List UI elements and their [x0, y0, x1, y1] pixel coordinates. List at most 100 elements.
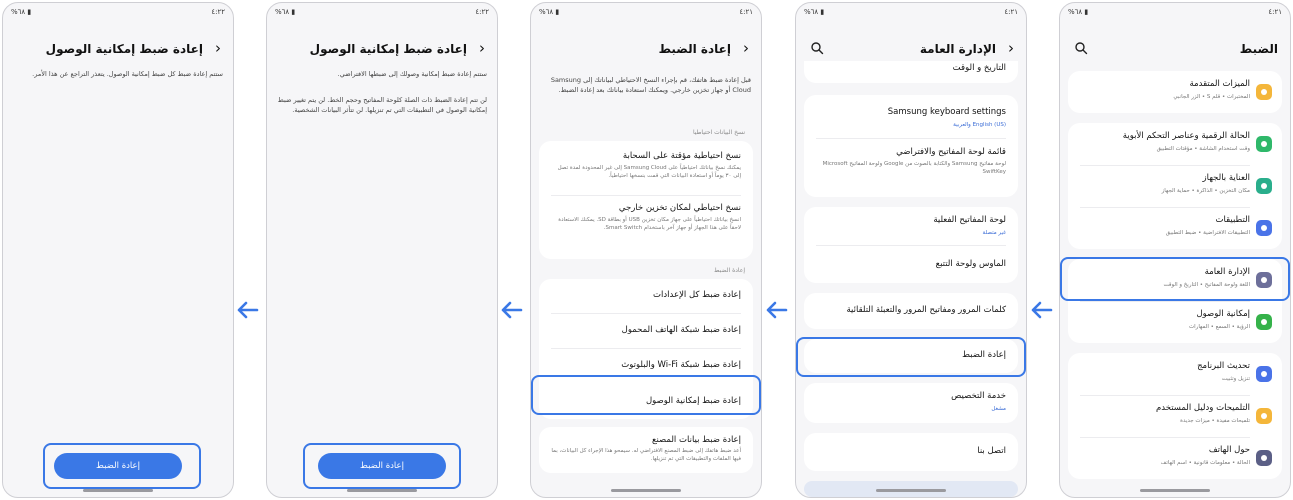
phone-screen-access-reset-full: %٦٨ ▮ ٤:٢٢ ‹ إعادة ضبط إمكانية الوصول ست… [266, 2, 498, 498]
lightbulb-icon [1256, 408, 1272, 424]
row-subtitle: وقت استخدام الشاشة • مؤقتات التطبيق [1156, 146, 1250, 152]
section-header-reset: إعادة الضبط [713, 267, 745, 274]
row-title: كلمات المرور ومفاتيح المرور والتعبئة الت… [846, 305, 1007, 315]
phone-screen-access-reset-short: %٦٨ ▮ ٤:٢٢ ‹ إعادة ضبط إمكانية الوصول ست… [2, 2, 234, 498]
clock: ٤:٢٢ [211, 8, 225, 16]
row-title: لوحة المفاتيح الفعلية [933, 215, 1006, 225]
list-item-physical-keyboard[interactable]: لوحة المفاتيح الفعلية غير متصلة [804, 207, 1018, 245]
list-item-customization[interactable]: خدمة التخصيص مشغل [804, 383, 1018, 423]
list-item-software-update[interactable]: تحديث البرنامج تنزيل وتثبيت [1068, 353, 1282, 395]
row-subtitle: أعد ضبط هاتفك إلى ضبط المصنع الافتراضي ل… [551, 448, 741, 462]
list-item-device-care[interactable]: العناية بالجهاز مكان التخزين • الذاكرة •… [1068, 165, 1282, 207]
status-bar: %٦٨ ▮ ٤:٢١ [804, 8, 1018, 20]
arrow-left-icon [766, 301, 788, 319]
row-title: إعادة ضبط شبكة الهاتف المحمول [621, 325, 741, 335]
page-title: الضبط [1239, 42, 1278, 56]
row-subtitle: لوحة مفاتيح Samsung والكتابة بالصوت من G… [822, 161, 1006, 175]
page-title: الإدارة العامة [919, 42, 996, 56]
page-title: إعادة ضبط إمكانية الوصول [45, 42, 203, 56]
device-care-icon [1256, 178, 1272, 194]
row-title: الحالة الرقمية وعناصر التحكم الأبوية [1122, 131, 1250, 141]
row-title: إعادة ضبط شبكة Wi-Fi والبلوتوث [621, 360, 741, 370]
row-title: نسخ احتياطية مؤقتة على السحابة [622, 151, 741, 161]
list-item-passwords[interactable]: كلمات المرور ومفاتيح المرور والتعبئة الت… [804, 293, 1018, 329]
search-icon[interactable] [810, 41, 824, 55]
page-title: إعادة ضبط إمكانية الوصول [309, 42, 467, 56]
row-subtitle: التطبيقات الافتراضية • ضبط التطبيق [1165, 230, 1250, 236]
list-item-mouse-trackpad[interactable]: الماوس ولوحة التتبع [804, 246, 1018, 283]
description: ستتم إعادة ضبط كل ضبط إمكانية الوصول. يت… [32, 70, 223, 78]
list-item-factory-reset[interactable]: إعادة ضبط بيانات المصنع أعد ضبط هاتفك إل… [539, 427, 753, 473]
arrow-left-icon [237, 301, 259, 319]
accessibility-icon [1256, 314, 1272, 330]
row-subtitle: تلميحات مفيدة • ميزات جديدة [1180, 418, 1250, 424]
row-title: قائمة لوحة المفاتيح والافتراضي [896, 147, 1006, 157]
description-2: لن تتم إعادة الضبط ذات الصلة كلوحة المفا… [277, 96, 487, 115]
app-bar: ‹ الإدارة العامة [804, 39, 1018, 59]
backup-card: نسخ احتياطية مؤقتة على السحابة يمكنك نسخ… [539, 141, 753, 259]
battery-status: %٦٨ ▮ [804, 8, 825, 16]
reset-button[interactable]: إعادة الضبط [318, 453, 446, 479]
app-bar: ‹ إعادة الضبط [539, 39, 753, 59]
list-item-date-time[interactable]: التاريخ و الوقت [804, 61, 1018, 83]
list-item-about-phone[interactable]: حول الهاتف الحالة • معلومات قانونية • اس… [1068, 437, 1282, 479]
list-item-samsung-keyboard[interactable]: Samsung keyboard settings English (US) و… [804, 95, 1018, 137]
list-item-apps[interactable]: التطبيقات التطبيقات الافتراضية • ضبط الت… [1068, 207, 1282, 249]
highlight-box [1060, 257, 1290, 301]
status-bar: %٦٨ ▮ ٤:٢١ [1068, 8, 1282, 20]
update-icon [1256, 366, 1272, 382]
apps-icon [1256, 220, 1272, 236]
row-title: نسخ احتياطي لمكان تخزين خارجي [618, 203, 741, 213]
search-icon[interactable] [1074, 41, 1088, 55]
reset-button[interactable]: إعادة الضبط [54, 453, 182, 479]
reset-description: قبل إعادة ضبط هاتفك، قم بإجراء النسخ الا… [550, 76, 751, 95]
list-item-accessibility[interactable]: إمكانية الوصول الرؤية • السمع • المهارات [1068, 301, 1282, 343]
settings-card-1: الميزات المتقدمة المختبرات • قلم S • الز… [1068, 71, 1282, 113]
app-bar: ‹ إعادة ضبط إمكانية الوصول [11, 39, 225, 59]
back-icon[interactable]: ‹ [1008, 39, 1014, 57]
app-bar: الضبط [1068, 39, 1282, 59]
row-title: تحديث البرنامج [1197, 361, 1250, 371]
list-item-tips[interactable]: التلميحات ودليل المستخدم تلميحات مفيدة •… [1068, 395, 1282, 437]
row-title: العناية بالجهاز [1202, 173, 1250, 183]
home-indicator [347, 489, 417, 492]
customization-card: خدمة التخصيص مشغل [804, 383, 1018, 423]
keyboard-card: Samsung keyboard settings English (US) و… [804, 95, 1018, 197]
row-subtitle: تنزيل وتثبيت [1221, 376, 1250, 382]
back-icon[interactable]: ‹ [215, 39, 221, 57]
row-title: الميزات المتقدمة [1189, 79, 1251, 89]
row-title: اتصل بنا [977, 446, 1006, 456]
clock: ٤:٢١ [1004, 8, 1018, 16]
info-icon [1256, 450, 1272, 466]
clock: ٤:٢٢ [475, 8, 489, 16]
row-title: Samsung keyboard settings [887, 107, 1006, 117]
list-item-cloud-backup[interactable]: نسخ احتياطية مؤقتة على السحابة يمكنك نسخ… [539, 141, 753, 195]
home-indicator [83, 489, 153, 492]
list-item-reset-mobile-network[interactable]: إعادة ضبط شبكة الهاتف المحمول [539, 314, 753, 348]
list-item-reset-all-settings[interactable]: إعادة ضبط كل الإعدادات [539, 279, 753, 313]
status-bar: %٦٨ ▮ ٤:٢٢ [275, 8, 489, 20]
row-title: حول الهاتف [1208, 445, 1250, 455]
row-subtitle: يمكنك نسخ بياناتك احتياطياً على Samsung … [557, 165, 741, 179]
home-indicator [611, 489, 681, 492]
row-title: إمكانية الوصول [1196, 309, 1250, 319]
row-title: التاريخ و الوقت [952, 63, 1006, 73]
row-subtitle: الحالة • معلومات قانونية • اسم الهاتف [1160, 460, 1250, 466]
list-item-advanced-features[interactable]: الميزات المتقدمة المختبرات • قلم S • الز… [1068, 71, 1282, 113]
list-item-digital-wellbeing[interactable]: الحالة الرقمية وعناصر التحكم الأبوية وقت… [1068, 123, 1282, 165]
row-subtitle: مشغل [991, 406, 1006, 412]
list-item-contact-us[interactable]: اتصل بنا [804, 433, 1018, 471]
list-item-external-backup[interactable]: نسخ احتياطي لمكان تخزين خارجي انسخ بيانا… [539, 197, 753, 259]
row-subtitle: المختبرات • قلم S • الزر الجانبي [1173, 94, 1250, 100]
status-bar: %٦٨ ▮ ٤:٢٢ [11, 8, 225, 20]
list-item-keyboard-list[interactable]: قائمة لوحة المفاتيح والافتراضي لوحة مفات… [804, 139, 1018, 197]
battery-status: %٦٨ ▮ [275, 8, 296, 16]
back-icon[interactable]: ‹ [479, 39, 485, 57]
battery-status: %٦٨ ▮ [539, 8, 560, 16]
row-subtitle: English (US) والعربية [953, 122, 1006, 128]
phone-screen-general-management: %٦٨ ▮ ٤:٢١ ‹ الإدارة العامة التاريخ و ال… [795, 2, 1027, 498]
gear-icon [1256, 84, 1272, 100]
factory-card: إعادة ضبط بيانات المصنع أعد ضبط هاتفك إل… [539, 427, 753, 473]
back-icon[interactable]: ‹ [743, 39, 749, 57]
row-subtitle: الرؤية • السمع • المهارات [1188, 324, 1250, 330]
